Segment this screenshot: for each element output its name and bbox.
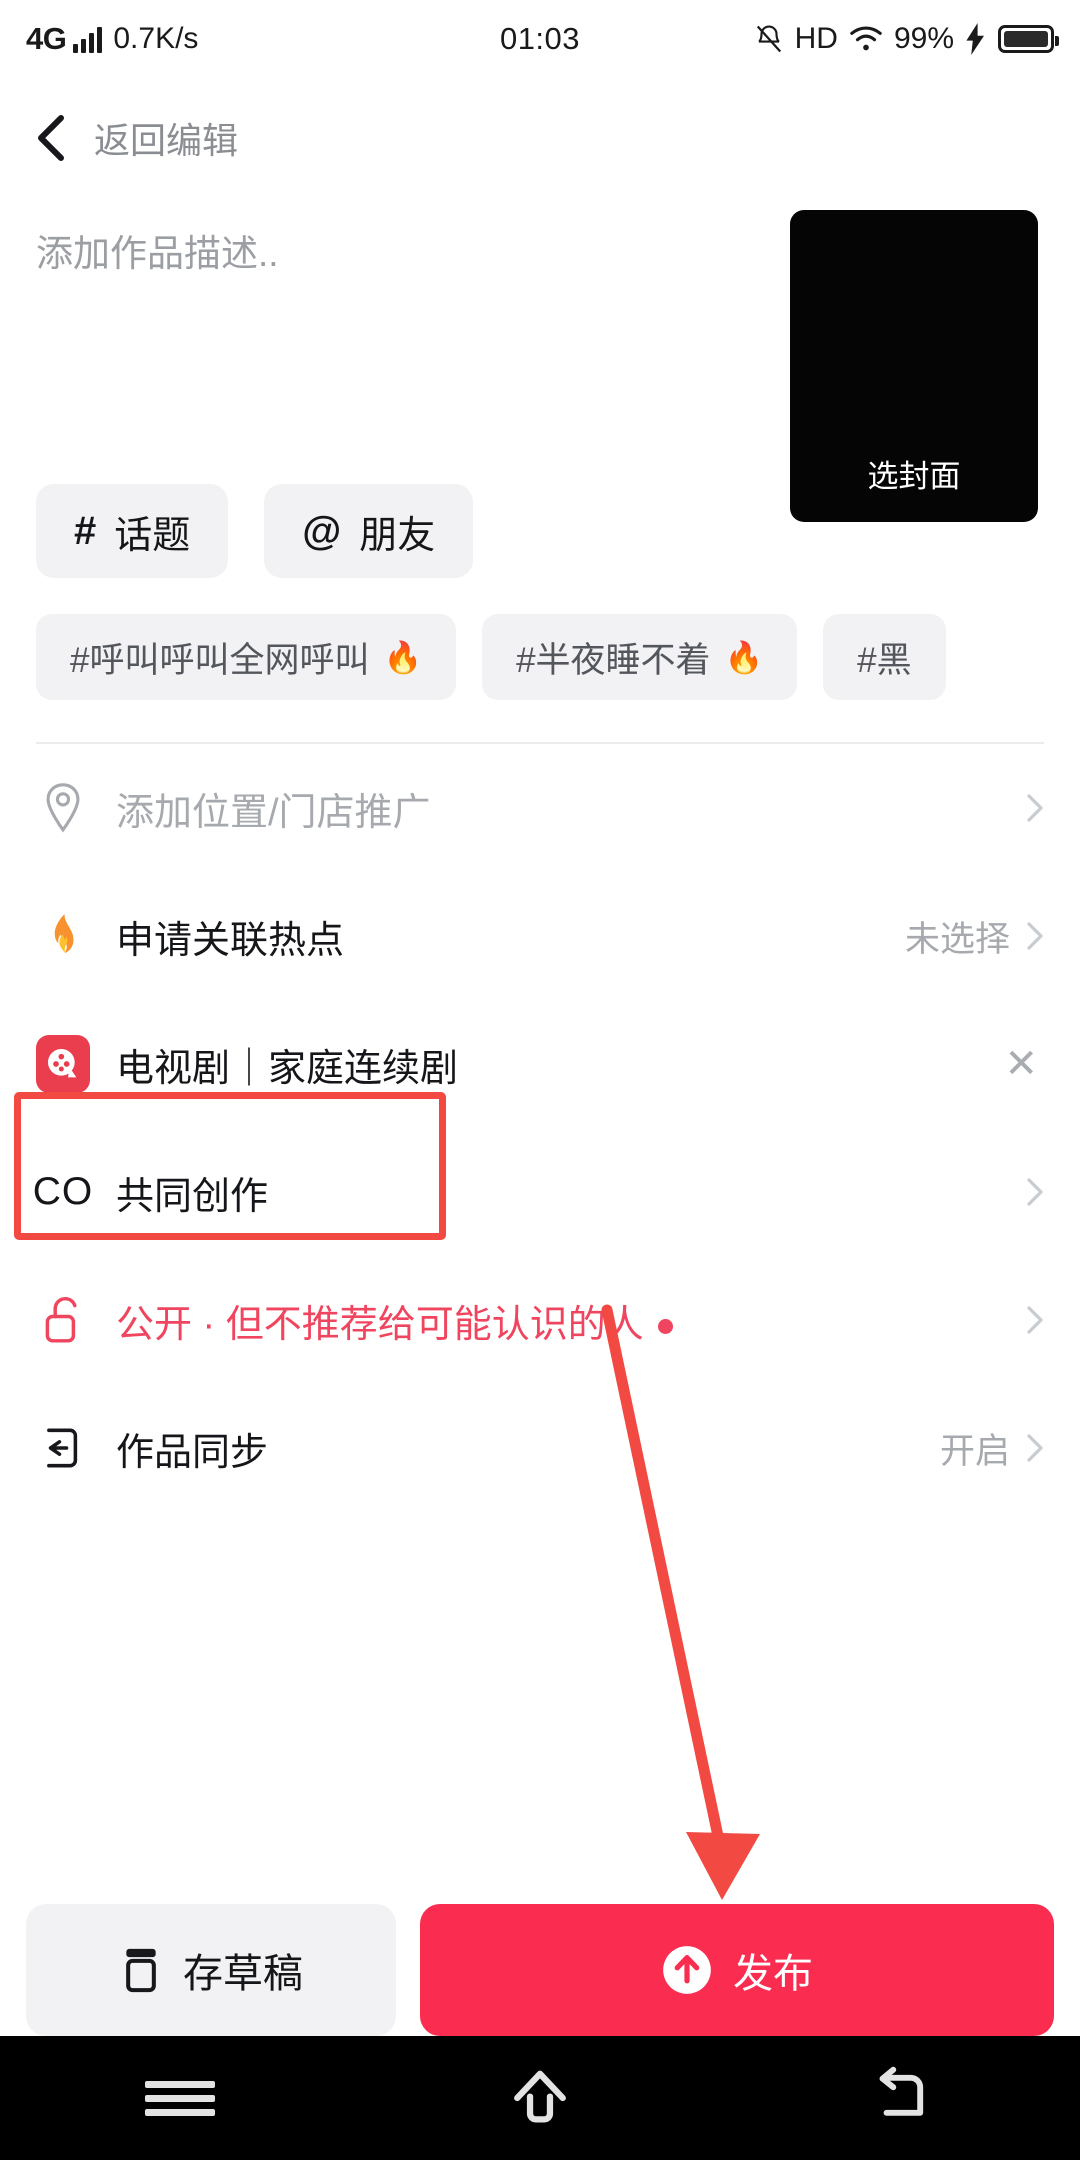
location-pin-icon bbox=[36, 782, 90, 834]
chevron-right-icon bbox=[1027, 1178, 1043, 1206]
save-draft-button[interactable]: 存草稿 bbox=[26, 1904, 396, 2036]
friend-chip[interactable]: @ 朋友 bbox=[264, 484, 474, 578]
suggested-tag[interactable]: #呼叫呼叫全网呼叫 🔥 bbox=[36, 614, 457, 700]
row-hot-topic[interactable]: 申请关联热点 未选择 bbox=[36, 872, 1044, 1000]
unlock-icon bbox=[36, 1294, 90, 1346]
co-icon: CO bbox=[32, 1170, 94, 1213]
charging-bolt-icon bbox=[966, 23, 984, 55]
network-type-label: 4G bbox=[26, 21, 67, 56]
film-reel-icon bbox=[36, 1035, 90, 1093]
row-privacy-accessory bbox=[1026, 1305, 1044, 1335]
cover-label: 选封面 bbox=[867, 459, 961, 494]
back-icon bbox=[879, 2066, 924, 2116]
publish-label: 发布 bbox=[733, 1952, 813, 1996]
row-hot-topic-accessory: 未选择 bbox=[905, 911, 1044, 962]
suggested-tag[interactable]: #半夜睡不着 🔥 bbox=[482, 614, 798, 700]
suggested-tag-label: #黑 bbox=[857, 640, 912, 680]
android-home-button[interactable] bbox=[360, 2061, 720, 2135]
draft-box-icon bbox=[126, 1948, 156, 1993]
flame-icon bbox=[36, 913, 90, 959]
phone-screen: 4G 0.7K/s 01:03 HD 99% 返回编辑 添加作品描述.. 选封面… bbox=[0, 0, 1080, 2160]
topic-chip-label: 话题 bbox=[114, 514, 191, 557]
hash-icon: # bbox=[74, 508, 97, 553]
row-co-creation-label: 共同创作 bbox=[116, 1175, 269, 1218]
row-tv-series-accessory: ✕ bbox=[1004, 1041, 1044, 1087]
network-speed-label: 0.7K/s bbox=[113, 22, 199, 55]
topic-chip[interactable]: # 话题 bbox=[36, 484, 229, 578]
at-icon: @ bbox=[302, 508, 342, 553]
suggested-tag[interactable]: #黑 bbox=[823, 614, 946, 700]
hd-icon: HD bbox=[794, 22, 838, 55]
suggested-tag-label: #半夜睡不着 bbox=[516, 640, 711, 680]
row-hot-topic-value: 未选择 bbox=[904, 919, 1010, 959]
row-sync-label: 作品同步 bbox=[116, 1431, 269, 1474]
android-nav-bar bbox=[0, 2036, 1080, 2160]
android-back-button[interactable] bbox=[720, 2063, 1080, 2133]
row-location[interactable]: 添加位置/门店推广 bbox=[36, 744, 1044, 872]
status-right: HD 99% bbox=[754, 22, 1059, 56]
back-chevron-icon[interactable] bbox=[34, 113, 68, 163]
close-icon[interactable]: ✕ bbox=[1004, 1041, 1038, 1087]
upload-arrow-icon bbox=[663, 1946, 711, 1994]
publish-button[interactable]: 发布 bbox=[420, 1904, 1054, 2036]
battery-icon bbox=[998, 25, 1059, 53]
navigation-header: 返回编辑 bbox=[0, 78, 1080, 198]
row-co-creation-accessory bbox=[1026, 1177, 1044, 1207]
battery-percent-label: 99% bbox=[893, 22, 954, 55]
row-location-label: 添加位置/门店推广 bbox=[116, 791, 431, 834]
bottom-actions: 存草稿 发布 bbox=[0, 1904, 1080, 2036]
back-to-edit-label[interactable]: 返回编辑 bbox=[94, 112, 238, 164]
home-icon bbox=[514, 2070, 566, 2123]
chevron-right-icon bbox=[1027, 922, 1043, 950]
save-draft-label: 存草稿 bbox=[183, 1952, 303, 1996]
row-location-accessory bbox=[1026, 793, 1044, 823]
signal-bars-icon bbox=[73, 26, 103, 53]
row-privacy[interactable]: 公开 · 但不推荐给可能认识的人 bbox=[36, 1256, 1044, 1384]
chevron-right-icon bbox=[1027, 1434, 1043, 1462]
mute-bell-icon bbox=[756, 25, 781, 53]
options-list: 添加位置/门店推广 申请关联热点 未选择 电视剧｜家庭连续剧 ✕ CO 共同创作… bbox=[0, 744, 1080, 1512]
row-sync[interactable]: 作品同步 开启 bbox=[36, 1384, 1044, 1512]
row-privacy-label: 公开 · 但不推荐给可能认识的人 bbox=[116, 1293, 673, 1348]
status-bar: 4G 0.7K/s 01:03 HD 99% bbox=[0, 0, 1080, 78]
status-left: 4G 0.7K/s bbox=[26, 21, 198, 57]
android-menu-button[interactable] bbox=[0, 2074, 360, 2123]
suggested-tag-label: #呼叫呼叫全网呼叫 bbox=[70, 640, 370, 680]
row-co-creation[interactable]: CO 共同创作 bbox=[32, 1128, 1044, 1256]
row-tv-series[interactable]: 电视剧｜家庭连续剧 ✕ bbox=[36, 1000, 1044, 1128]
wifi-icon bbox=[850, 26, 882, 51]
description-section: 添加作品描述.. 选封面 bbox=[0, 198, 1080, 522]
friend-chip-label: 朋友 bbox=[359, 514, 436, 557]
chevron-right-icon bbox=[1027, 794, 1043, 822]
suggested-tags-row[interactable]: #呼叫呼叫全网呼叫 🔥 #半夜睡不着 🔥 #黑 bbox=[0, 614, 1080, 700]
row-sync-value: 开启 bbox=[939, 1431, 1010, 1471]
row-hot-topic-label: 申请关联热点 bbox=[116, 919, 345, 962]
row-tv-series-label: 电视剧｜家庭连续剧 bbox=[116, 1047, 459, 1090]
sync-icon bbox=[36, 1425, 90, 1471]
row-sync-accessory: 开启 bbox=[940, 1423, 1044, 1474]
chevron-right-icon bbox=[1027, 1306, 1043, 1334]
privacy-dot-badge bbox=[657, 1318, 673, 1334]
flame-icon: 🔥 bbox=[724, 639, 764, 675]
menu-icon bbox=[145, 2074, 215, 2123]
flame-icon: 🔥 bbox=[383, 639, 423, 675]
cover-thumbnail[interactable]: 选封面 bbox=[790, 210, 1038, 522]
